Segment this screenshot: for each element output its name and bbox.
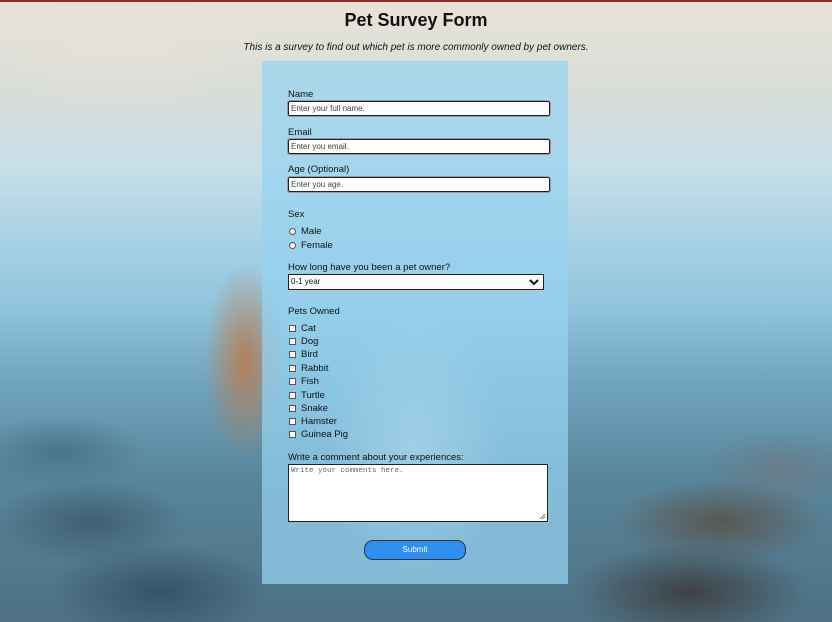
checkbox[interactable] bbox=[289, 365, 296, 372]
checkbox[interactable] bbox=[289, 351, 296, 358]
sex-option-label: Female bbox=[301, 240, 333, 251]
pet-option-label: Guinea Pig bbox=[301, 429, 349, 440]
pet-option-label: Snake bbox=[301, 403, 328, 414]
checkbox[interactable] bbox=[289, 378, 296, 385]
checkbox[interactable] bbox=[289, 392, 296, 399]
duration-label: How long have you been a pet owner? bbox=[288, 262, 451, 273]
page-title: Pet Survey Form bbox=[344, 10, 488, 30]
pet-option-hamster[interactable]: Hamster bbox=[289, 416, 337, 427]
name-input[interactable]: Enter your full name. bbox=[287, 100, 551, 117]
pet-option-label: Hamster bbox=[301, 416, 337, 427]
checkbox[interactable] bbox=[289, 405, 296, 412]
pet-option-bird[interactable]: Bird bbox=[289, 349, 318, 360]
checkbox[interactable] bbox=[289, 431, 296, 438]
survey-form: Name Enter your full name. Email Enter y… bbox=[262, 61, 568, 584]
duration-selected-value: 0-1 year bbox=[291, 277, 321, 286]
chevron-down-icon bbox=[529, 279, 539, 286]
submit-button[interactable]: Submit bbox=[364, 540, 466, 560]
pet-option-label: Cat bbox=[301, 323, 316, 334]
pet-option-label: Bird bbox=[301, 349, 318, 360]
resize-grip-icon[interactable] bbox=[539, 513, 546, 520]
radio-button[interactable] bbox=[289, 228, 296, 235]
pet-option-snake[interactable]: Snake bbox=[289, 403, 328, 414]
sex-option-male[interactable]: Male bbox=[289, 226, 322, 237]
email-input[interactable]: Enter you email. bbox=[287, 138, 551, 155]
age-label: Age (Optional) bbox=[288, 164, 350, 175]
pet-option-guinea-pig[interactable]: Guinea Pig bbox=[289, 429, 348, 440]
email-label: Email bbox=[288, 127, 312, 138]
pet-option-label: Fish bbox=[301, 376, 319, 387]
radio-button[interactable] bbox=[289, 242, 296, 249]
checkbox[interactable] bbox=[289, 325, 296, 332]
pet-option-cat[interactable]: Cat bbox=[289, 323, 316, 334]
pets-label: Pets Owned bbox=[288, 306, 340, 317]
age-input[interactable]: Enter you age. bbox=[287, 176, 551, 193]
checkbox[interactable] bbox=[289, 338, 296, 345]
comment-textarea[interactable]: Write your comments here. bbox=[288, 464, 548, 522]
sex-option-label: Male bbox=[301, 226, 322, 237]
pet-option-fish[interactable]: Fish bbox=[289, 376, 319, 387]
comment-placeholder: Write your comments here. bbox=[291, 467, 404, 475]
pet-option-label: Dog bbox=[301, 336, 319, 347]
pet-option-label: Rabbit bbox=[301, 363, 329, 374]
duration-select[interactable]: 0-1 year bbox=[288, 274, 544, 290]
sex-label: Sex bbox=[288, 209, 305, 220]
sex-option-female[interactable]: Female bbox=[289, 240, 333, 251]
pet-option-dog[interactable]: Dog bbox=[289, 336, 318, 347]
pet-option-label: Turtle bbox=[301, 390, 325, 401]
pet-option-turtle[interactable]: Turtle bbox=[289, 390, 325, 401]
comment-label: Write a comment about your experiences: bbox=[288, 452, 464, 463]
name-label: Name bbox=[288, 89, 314, 100]
page-subtitle: This is a survey to find out which pet i… bbox=[243, 42, 589, 53]
pet-option-rabbit[interactable]: Rabbit bbox=[289, 363, 328, 374]
checkbox[interactable] bbox=[289, 418, 296, 425]
